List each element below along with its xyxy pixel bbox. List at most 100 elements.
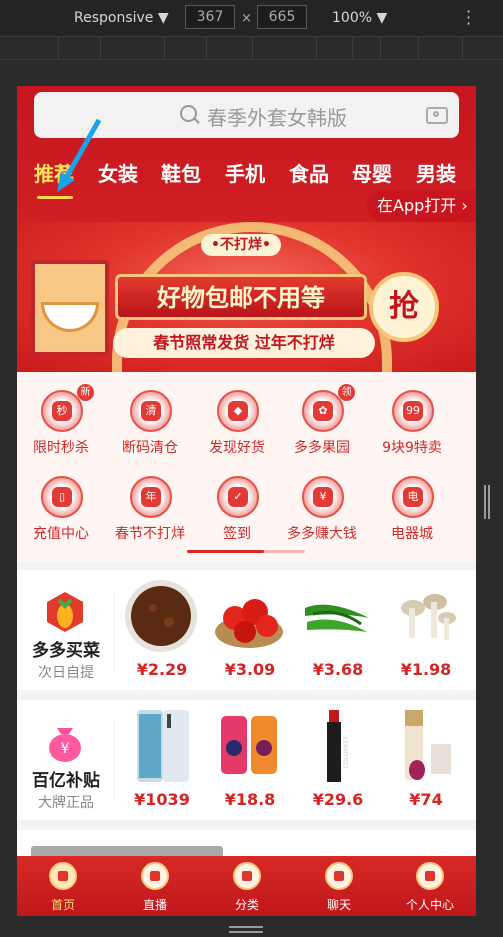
right-resize-handle[interactable]: [484, 485, 490, 519]
product-price: ¥1039: [134, 790, 190, 809]
product-price: ¥18.8: [224, 790, 276, 809]
quick-entry-label: 签到: [223, 526, 251, 542]
open-in-app-button[interactable]: 在App打开 ›: [367, 190, 476, 222]
money-bag-icon: ¥: [49, 728, 81, 762]
product-item[interactable]: ¥18.8: [205, 708, 289, 818]
quick-entry-label: 9块9特卖: [382, 440, 442, 456]
viewport-height-input[interactable]: 665: [257, 5, 307, 29]
tab-profile[interactable]: 个人中心: [384, 856, 476, 916]
dimension-separator: ×: [241, 11, 252, 26]
live-icon: [141, 862, 169, 890]
quick-entry-item[interactable]: 电电器城: [370, 466, 454, 546]
quick-entry-item[interactable]: 秒新限时秒杀: [19, 380, 103, 460]
search-icon: [180, 105, 197, 122]
chat-icon: [325, 862, 353, 890]
tab-label: 直播: [142, 898, 167, 912]
quick-entry-item[interactable]: 清断码清仓: [108, 380, 192, 460]
phone-image: [137, 710, 189, 782]
quick-entry-icon: 99: [392, 390, 434, 432]
product-item[interactable]: ¥3.68: [293, 578, 377, 688]
product-item[interactable]: ¥2.29: [117, 578, 201, 688]
ruler-bar: [0, 37, 503, 60]
quick-entry-label: 春节不打烊: [115, 526, 185, 542]
quick-entry-item[interactable]: 99 9块9特卖: [370, 380, 454, 460]
product-item[interactable]: ¥3.09: [205, 578, 289, 688]
quick-entry-icon: ✿: [302, 390, 344, 432]
quick-entry-item[interactable]: ¥ 多多赚大钱: [280, 466, 364, 546]
bottom-tab-bar: 首页 直播 分类 聊天 个人中心: [17, 856, 476, 916]
bottom-resize-handle[interactable]: [229, 926, 263, 934]
tab-men[interactable]: 男装: [416, 158, 456, 187]
search-placeholder: 春季外套女韩版: [207, 106, 347, 130]
svg-text:¥: ¥: [61, 741, 70, 757]
lipstick-image: COLORKEY: [327, 710, 350, 782]
foundation-image: [405, 710, 451, 780]
grocery-card[interactable]: 多多买菜 次日自提 ¥2.29 ¥3.09 ¥3.68 ¥1.98: [17, 570, 476, 690]
active-tab-underline: [37, 196, 73, 199]
quick-entry-label: 多多赚大钱: [287, 526, 357, 542]
mushrooms-image: [401, 594, 456, 640]
more-options-icon[interactable]: · · ·: [466, 4, 472, 32]
tab-baby[interactable]: 母婴: [352, 158, 392, 187]
product-price: ¥1.98: [400, 660, 452, 679]
zoom-select[interactable]: 100% ▼: [332, 10, 387, 26]
product-item[interactable]: COLORKEY ¥29.6: [293, 708, 377, 818]
quick-entry-item[interactable]: ◆ 发现好货: [195, 380, 279, 460]
quick-entry-icon: 年: [130, 476, 172, 518]
quick-entry-item[interactable]: 年春节不打烊: [108, 466, 192, 546]
tab-category[interactable]: 分类: [201, 856, 293, 916]
phone-cases-image: [221, 716, 277, 774]
product-price: ¥29.6: [312, 790, 364, 809]
grocery-title: 多多买菜: [32, 641, 100, 661]
banner-subline: 春节照常发货 过年不打烊: [113, 328, 375, 358]
sauce-bowl-image: [125, 580, 197, 652]
grocery-subtitle: 次日自提: [38, 665, 94, 681]
quick-entry-tag: 新: [77, 384, 94, 401]
product-price: ¥2.29: [136, 660, 188, 679]
quick-entry-grid: 秒新限时秒杀清断码清仓 ◆ 发现好货 ✿ 领多多果园 99 9块9特卖 ▯ 充值中心年春节不打烊…: [17, 372, 476, 562]
profile-icon: [416, 862, 444, 890]
device-mode-select[interactable]: Responsive ▼: [74, 10, 169, 26]
pointer-arrow-icon: [57, 118, 102, 192]
devtools-toolbar: Responsive ▼ 367 × 665 100% ▼ · · ·: [0, 0, 503, 37]
promo-banner[interactable]: •不打烊• 好物包邮不用等 春节照常发货 过年不打烊 抢: [17, 222, 476, 372]
quick-entry-icon: 清: [130, 390, 172, 432]
quick-entry-label: 充值中心: [33, 526, 89, 542]
subsidy-subtitle: 大牌正品: [38, 795, 94, 811]
camera-icon[interactable]: [426, 107, 448, 124]
tab-label: 首页: [50, 898, 75, 912]
quick-entry-label: 多多果园: [294, 440, 350, 456]
product-price: ¥3.09: [224, 660, 276, 679]
tab-label: 聊天: [326, 898, 351, 912]
tab-chat[interactable]: 聊天: [293, 856, 385, 916]
viewport-width-input[interactable]: 367: [185, 5, 235, 29]
quick-entry-item[interactable]: ✿ 领多多果园: [280, 380, 364, 460]
quick-entry-label: 断码清仓: [122, 440, 178, 456]
quick-entry-item[interactable]: ▯ 充值中心: [19, 466, 103, 546]
subsidy-card[interactable]: ¥ 百亿补贴 大牌正品 ¥1039 ¥18.8 COLORKEY ¥29.6 ¥…: [17, 700, 476, 820]
quick-entry-tag: 领: [338, 384, 355, 401]
carrot-logo-icon: [47, 592, 83, 632]
quick-entry-icon: 秒: [41, 390, 83, 432]
product-price: ¥3.68: [312, 660, 364, 679]
product-price: ¥74: [409, 790, 443, 809]
tab-home[interactable]: 首页: [17, 856, 109, 916]
quick-entry-icon: ◆: [217, 390, 259, 432]
quick-entry-icon: ▯: [41, 476, 83, 518]
product-item[interactable]: ¥1.98: [381, 578, 465, 688]
subsidy-title: 百亿补贴: [32, 771, 100, 791]
quick-entry-icon: ¥: [302, 476, 344, 518]
tab-label: 个人中心: [405, 898, 454, 912]
tab-live[interactable]: 直播: [109, 856, 201, 916]
banner-grab-seal: 抢: [369, 272, 439, 342]
tab-phones[interactable]: 手机: [225, 158, 265, 187]
tab-food[interactable]: 食品: [289, 158, 329, 187]
home-icon: [49, 862, 77, 890]
product-item[interactable]: ¥74: [381, 708, 465, 818]
quick-entry-item[interactable]: ✓ 签到: [195, 466, 279, 546]
tomatoes-image: [215, 599, 283, 648]
product-item[interactable]: ¥1039: [117, 708, 201, 818]
quick-entry-icon: ✓: [217, 476, 259, 518]
tab-bags[interactable]: 鞋包: [161, 158, 201, 187]
tab-label: 分类: [234, 898, 259, 912]
